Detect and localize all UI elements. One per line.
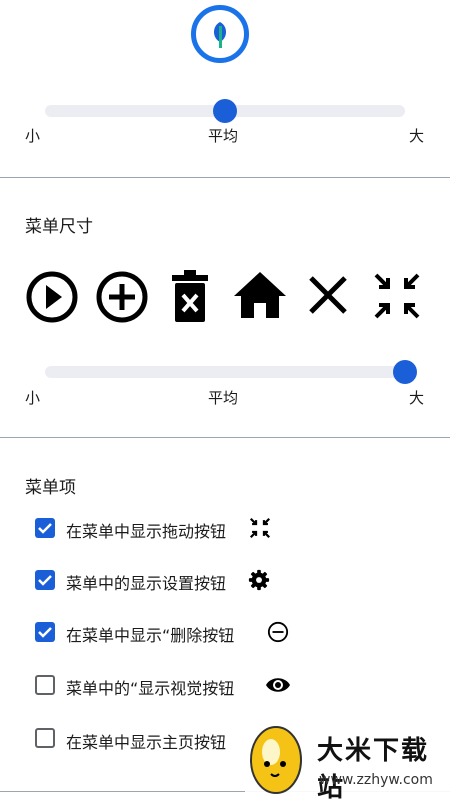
slider-max-label: 大 [409,389,425,407]
checkbox-delete-button[interactable] [35,622,55,642]
size-slider-thumb[interactable] [213,99,237,123]
item-label: 在菜单中显示“删除按钮 [66,626,235,645]
item-label: 菜单中的“显示视觉按钮 [66,679,235,698]
watermark-title: 大米下载站 [317,736,430,803]
divider [0,177,450,178]
checkbox-visual-button[interactable] [35,675,55,695]
leaf-icon [214,22,226,48]
item-label: 在菜单中显示主页按钮 [66,733,227,752]
add-circle-icon [96,271,148,323]
slider-min-label: 小 [25,389,41,407]
play-circle-icon [26,271,78,323]
checkbox-home-button[interactable] [35,728,55,748]
item-label: 在菜单中显示拖动按钮 [66,522,227,541]
slider-mid-label: 平均 [208,127,239,145]
close-icon [309,276,347,314]
delete-icon [172,270,208,322]
menu-icon-preview [0,268,450,326]
gear-icon [248,569,270,591]
home-icon [234,272,286,318]
checkbox-settings-button[interactable] [35,570,55,590]
check-icon [38,627,52,638]
watermark: 大米下载站 www.zzhyw.com [245,718,450,803]
slider-max-label: 大 [409,127,425,145]
divider [0,437,450,438]
check-icon [38,523,52,534]
menu-size-slider-thumb[interactable] [393,360,417,384]
app-logo [191,5,249,63]
slider-mid-label: 平均 [208,389,239,407]
eye-icon [266,678,290,692]
collapse-icon [374,273,420,319]
menu-size-title: 菜单尺寸 [25,217,93,237]
item-label: 菜单中的显示设置按钮 [66,574,227,593]
check-icon [38,575,52,586]
watermark-url: www.zzhyw.com [319,772,433,788]
remove-circle-icon [267,621,289,643]
menu-items-title: 菜单项 [25,478,76,498]
collapse-icon [249,517,271,539]
slider-min-label: 小 [25,127,41,145]
menu-size-slider-track[interactable] [45,366,405,378]
checkbox-drag-button[interactable] [35,518,55,538]
mascot-logo [250,726,302,794]
